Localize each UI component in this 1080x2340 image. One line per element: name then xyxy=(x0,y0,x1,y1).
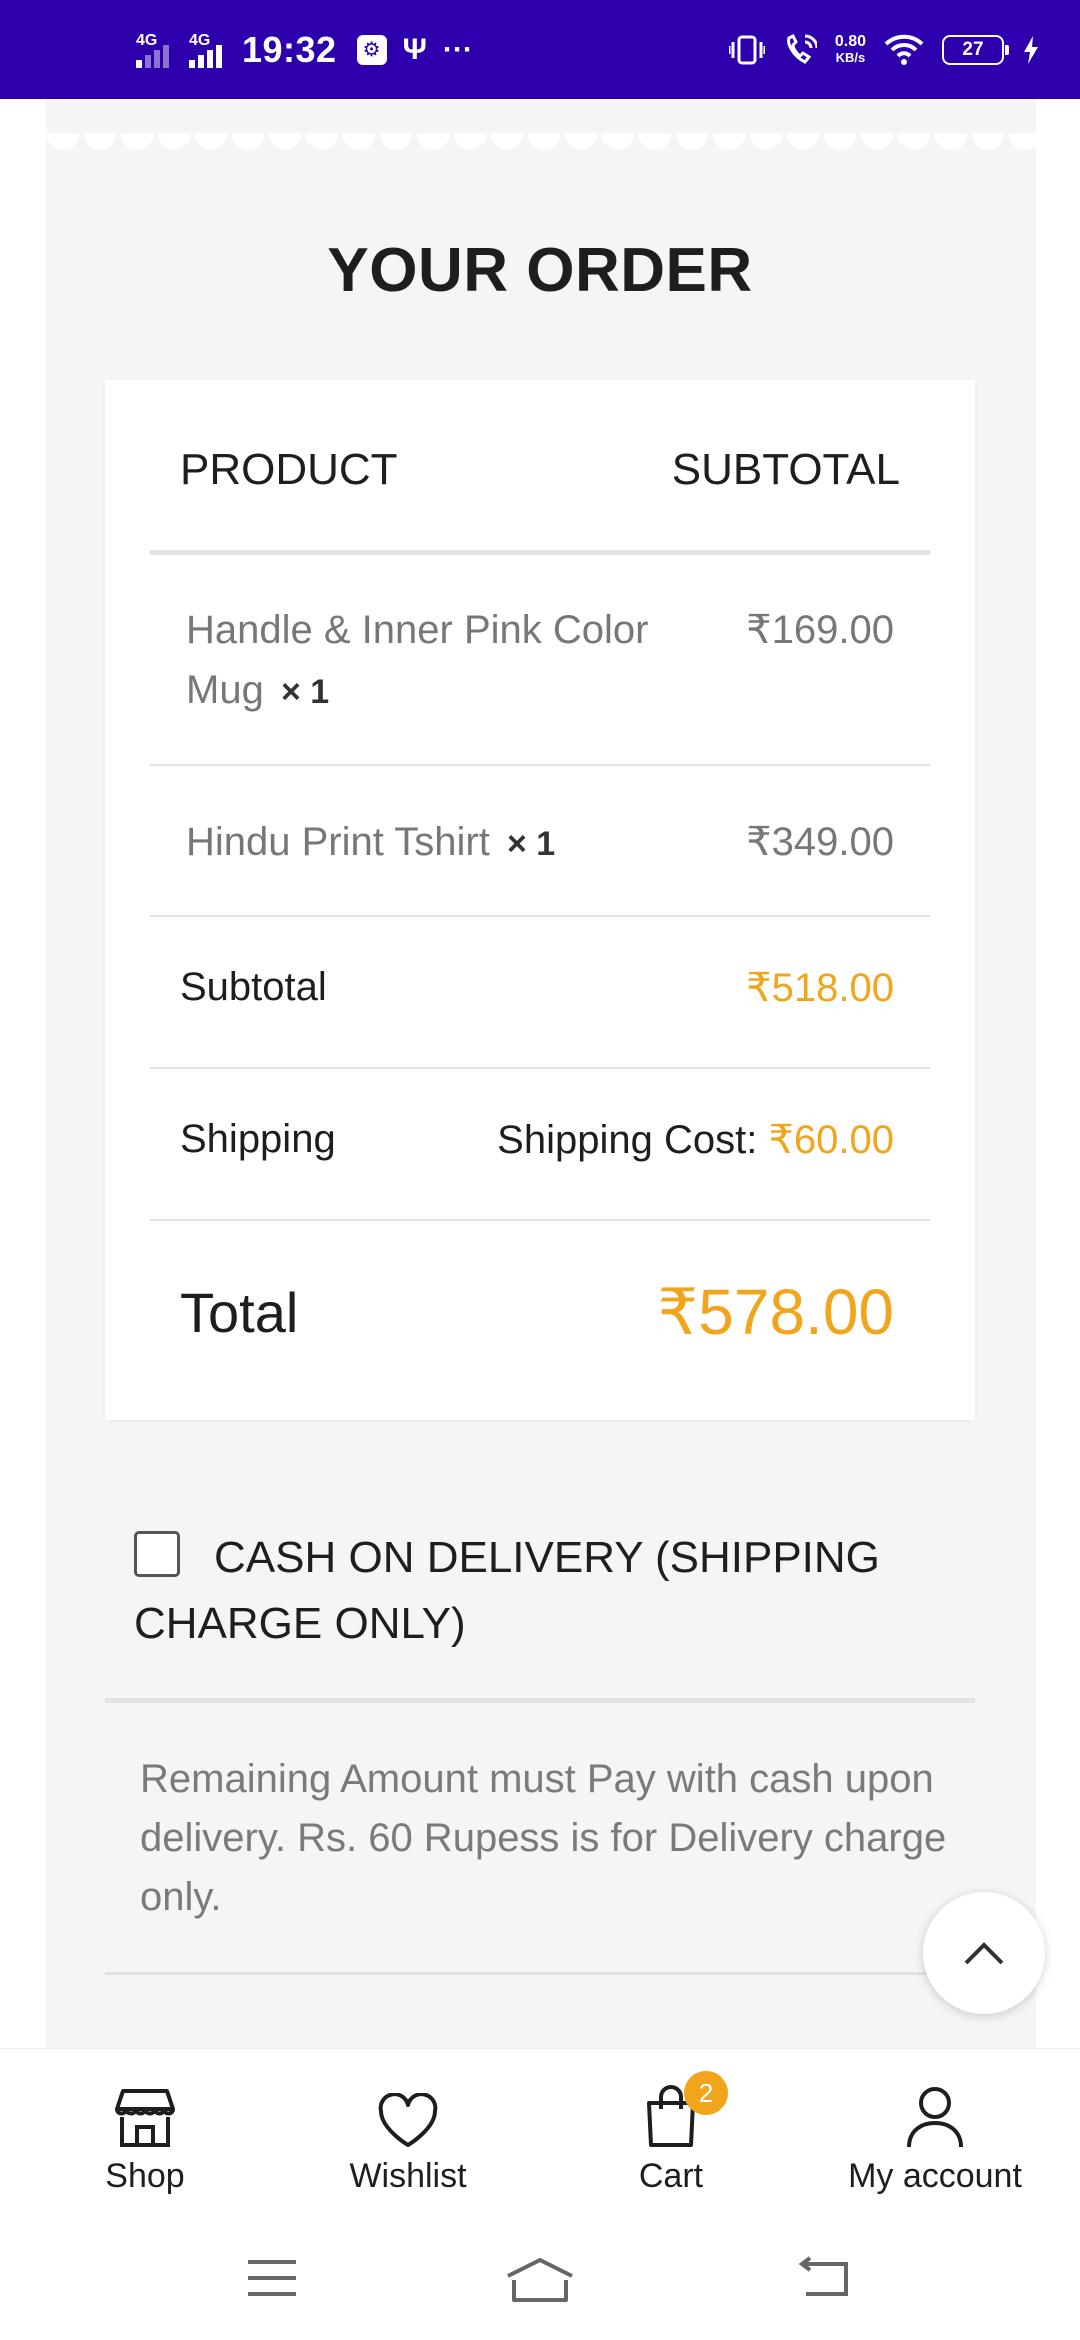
subtotal-label: Subtotal xyxy=(180,965,327,1009)
shipping-label: Shipping xyxy=(180,1117,336,1161)
item-quantity: × 1 xyxy=(280,673,330,711)
order-summary-table xyxy=(105,380,975,1420)
nav-cart[interactable]: 2 Cart xyxy=(536,2069,806,2196)
shipping-row: Shipping Shipping Cost: ₹60.00 xyxy=(180,1117,930,1163)
item-name: Handle & Inner Pink Color Mug × 1 xyxy=(186,608,649,712)
scroll-to-top-button[interactable] xyxy=(923,1892,1045,2014)
usb-debug-icon: ⚙ xyxy=(356,34,387,65)
usb-icon: Ψ xyxy=(402,32,427,66)
shipping-value: Shipping Cost: ₹60.00 xyxy=(497,1118,894,1162)
nav-my-account[interactable]: My account xyxy=(800,2069,1070,2196)
page-title: YOUR ORDER xyxy=(327,236,753,305)
column-header-subtotal: SUBTOTAL xyxy=(671,445,900,494)
total-label: Total xyxy=(180,1281,299,1344)
item-price: ₹349.00 xyxy=(746,820,894,864)
heart-icon xyxy=(378,2093,438,2147)
subtotal-value: ₹518.00 xyxy=(746,966,894,1010)
nav-label: Shop xyxy=(105,2157,185,2195)
nav-shop[interactable]: Shop xyxy=(10,2069,280,2196)
row-divider xyxy=(150,1067,930,1069)
store-icon xyxy=(115,2089,175,2147)
home-button[interactable] xyxy=(504,2256,576,2304)
item-name: Hindu Print Tshirt × 1 xyxy=(186,820,556,864)
wifi-icon xyxy=(884,34,924,65)
vibrate-icon xyxy=(728,35,765,64)
status-bar: 4G 4G 19:32 ⚙ Ψ ··· 0.80 KB/s 27 xyxy=(0,0,1080,99)
clock: 19:32 xyxy=(242,28,337,70)
payment-option-label: CASH ON DELIVERY (SHIPPING CHARGE ONLY) xyxy=(134,1533,880,1648)
nav-label: Wishlist xyxy=(349,2157,467,2195)
nav-label: My account xyxy=(848,2157,1022,2195)
recent-apps-button[interactable] xyxy=(244,2256,300,2300)
cart-count-badge: 2 xyxy=(684,2071,728,2115)
payment-divider xyxy=(105,1972,975,1975)
nav-wishlist[interactable]: Wishlist xyxy=(273,2069,543,2196)
total-row: Total ₹578.00 xyxy=(180,1275,930,1350)
signal-icon: 4G xyxy=(189,32,222,68)
back-button[interactable] xyxy=(796,2256,852,2300)
more-notifications-icon: ··· xyxy=(442,32,473,66)
table-header: PRODUCT SUBTOTAL xyxy=(180,445,900,495)
scalloped-edge xyxy=(46,133,1036,163)
network-type-label: 4G xyxy=(136,31,158,49)
item-quantity: × 1 xyxy=(506,825,556,863)
payment-option-cod[interactable]: CASH ON DELIVERY (SHIPPING CHARGE ONLY) xyxy=(134,1525,954,1657)
item-price: ₹169.00 xyxy=(746,608,894,652)
system-navigation-bar xyxy=(0,2228,1080,2340)
row-divider xyxy=(150,1219,930,1221)
header-divider xyxy=(150,550,930,555)
signal-icon: 4G xyxy=(136,32,169,68)
chevron-up-icon xyxy=(964,1942,1004,1965)
column-header-product: PRODUCT xyxy=(180,445,398,494)
subtotal-row: Subtotal ₹518.00 xyxy=(180,965,930,1011)
row-divider xyxy=(150,915,930,917)
table-row: Hindu Print Tshirt × 1 ₹349.00 xyxy=(186,812,930,874)
wifi-calling-icon xyxy=(786,33,817,64)
network-speed: 0.80 KB/s xyxy=(834,32,866,65)
bottom-navigation: Shop Wishlist 2 Cart My account xyxy=(0,2048,1080,2228)
nav-label: Cart xyxy=(638,2157,704,2195)
network-type-label: 4G xyxy=(189,31,211,49)
payment-description: Remaining Amount must Pay with cash upon… xyxy=(140,1757,947,1919)
payment-divider xyxy=(105,1698,975,1703)
battery-icon: 27 xyxy=(942,34,1009,65)
table-row: Handle & Inner Pink Color Mug × 1 ₹169.0… xyxy=(186,600,930,722)
total-value: ₹578.00 xyxy=(657,1276,894,1348)
row-divider xyxy=(150,764,930,766)
cod-checkbox[interactable] xyxy=(134,1531,180,1578)
charging-icon xyxy=(1024,35,1038,64)
user-icon xyxy=(907,2087,963,2148)
